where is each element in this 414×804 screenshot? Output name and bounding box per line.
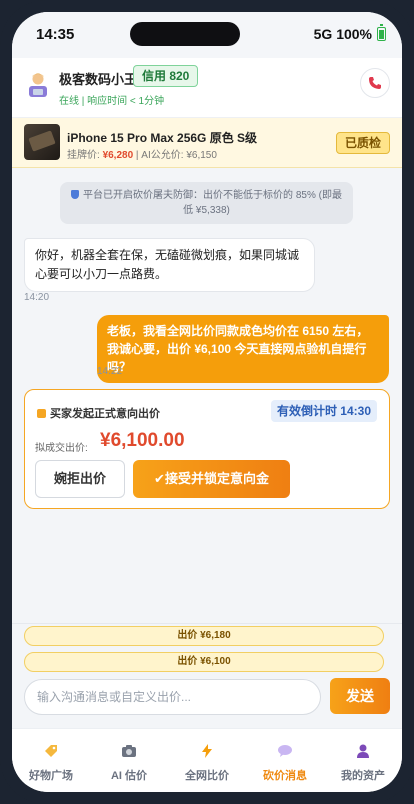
- list-price: ¥6,280: [102, 150, 134, 161]
- battery-icon: [377, 24, 386, 41]
- buyer-message-time: 14:22: [97, 366, 123, 377]
- inspected-badge: 已质检: [335, 132, 390, 154]
- network-battery-text: 5G 100%: [313, 26, 372, 42]
- buyer-message: 老板，我看全网比价同款成色均价在 6150 左右，我诚心要，出价 ¥6,100 …: [97, 315, 389, 383]
- tag-icon: [45, 745, 57, 757]
- quick-offer-chip[interactable]: 出价 ¥6,180: [24, 626, 384, 646]
- product-prices: 挂牌价: ¥6,280 | AI公允价: ¥6,150: [67, 146, 217, 161]
- list-price-label: 挂牌价:: [67, 150, 103, 161]
- shop-name[interactable]: 极客数码小王: [59, 69, 137, 88]
- chat-header: 极客数码小王 信用 820 在线 | 响应时间 < 1分钟: [12, 58, 402, 118]
- quick-offer-chip[interactable]: 出价 ¥6,100: [24, 652, 384, 672]
- deal-price: ¥6,100.00: [100, 430, 185, 451]
- tab-price-compare[interactable]: 全网比价: [168, 729, 246, 792]
- seller-avatar-icon[interactable]: [26, 71, 50, 97]
- chat-bubble-icon: [278, 745, 292, 757]
- tab-ai-valuation[interactable]: AI 估价: [90, 729, 168, 792]
- accept-offer-button[interactable]: ✔接受并锁定意向金: [133, 460, 290, 498]
- tab-bar: 好物广场 AI 估价 全网比价 砍价消息 我的资产: [12, 728, 402, 792]
- status-time: 14:35: [36, 26, 75, 43]
- countdown-badge: 有效倒计时 14:30: [270, 400, 377, 422]
- offer-title-text: 买家发起正式意向出价: [50, 408, 160, 420]
- tab-marketplace[interactable]: 好物广场: [12, 729, 90, 792]
- system-notice: 平台已开启砍价屠夫防御：出价不能低于标价的 85% (即最低 ¥5,338): [60, 182, 353, 224]
- screen: 14:35 5G 100% 极客数码小王 信用 820 在线 | 响应时间 < …: [12, 12, 402, 792]
- chat-area[interactable]: 平台已开启砍价屠夫防御：出价不能低于标价的 85% (即最低 ¥5,338) 你…: [12, 168, 402, 623]
- dynamic-island: [130, 22, 240, 46]
- camera-icon: [122, 745, 136, 757]
- reject-offer-button[interactable]: 婉拒出价: [35, 460, 125, 498]
- call-button[interactable]: [360, 68, 390, 98]
- product-thumbnail: [24, 124, 60, 160]
- tab-label: 全网比价: [185, 770, 229, 782]
- tab-label: 好物广场: [29, 770, 73, 782]
- bag-icon: [37, 409, 46, 418]
- status-bar: 14:35 5G 100%: [12, 12, 402, 58]
- system-notice-text: 平台已开启砍价屠夫防御：出价不能低于标价的 85% (即最低 ¥5,338): [83, 190, 342, 216]
- ai-price: | AI公允价: ¥6,150: [133, 150, 217, 161]
- send-button[interactable]: 发送: [330, 678, 390, 714]
- phone-icon: [369, 77, 381, 89]
- tab-my-assets[interactable]: 我的资产: [324, 729, 402, 792]
- tab-bargain-messages[interactable]: 砍价消息: [246, 729, 324, 792]
- offer-card: 买家发起正式意向出价 有效倒计时 14:30 拟成交出价: ¥6,100.00 …: [24, 389, 390, 509]
- tab-label: 砍价消息: [263, 770, 307, 782]
- tab-label: 我的资产: [341, 770, 385, 782]
- phone-frame: 14:35 5G 100% 极客数码小王 信用 820 在线 | 响应时间 < …: [0, 0, 414, 804]
- product-title: iPhone 15 Pro Max 256G 原色 S级: [67, 131, 258, 145]
- product-bar[interactable]: iPhone 15 Pro Max 256G 原色 S级 挂牌价: ¥6,280…: [12, 118, 402, 168]
- seller-message: 你好，机器全套在保，无磕碰微划痕，如果同城诚心要可以小刀一点路费。: [24, 238, 315, 292]
- credit-badge: 信用 820: [133, 65, 199, 87]
- tab-label: AI 估价: [110, 770, 148, 782]
- composer: 出价 ¥6,180 出价 ¥6,100 输入沟通消息或自定义出价... 发送: [12, 623, 402, 728]
- online-status: 在线 | 响应时间 < 1分钟: [59, 96, 165, 107]
- deal-price-label: 拟成交出价:: [35, 443, 88, 454]
- user-icon: [357, 744, 369, 758]
- seller-message-time: 14:20: [24, 292, 50, 303]
- lightning-icon: [202, 744, 212, 758]
- message-input[interactable]: 输入沟通消息或自定义出价...: [24, 679, 321, 715]
- offer-title: 买家发起正式意向出价: [37, 405, 160, 421]
- shield-icon: [71, 190, 80, 199]
